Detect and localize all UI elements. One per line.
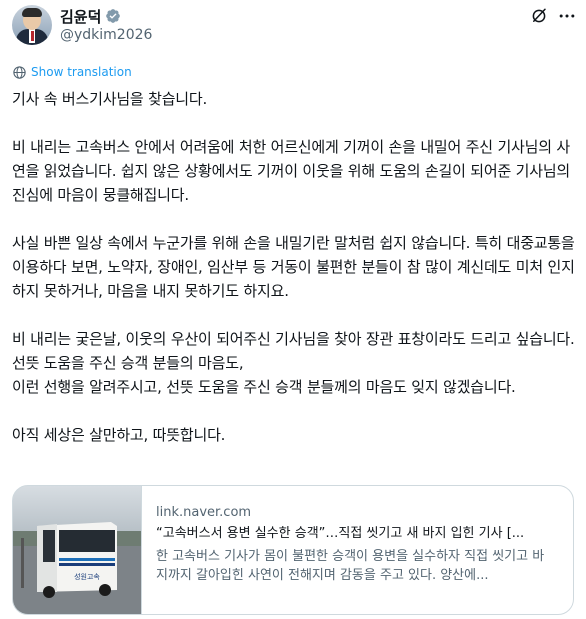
link-card-body[interactable]: link.naver.com “고속버스서 용변 실수한 승객”…직접 씻기고 … [141, 486, 573, 614]
link-thumbnail[interactable]: 성원고속 [13, 486, 141, 614]
globe-icon [13, 65, 26, 79]
post-paragraph: 비 내리는 궂은날, 이웃의 우산이 되어주신 기사님을 찾아 장관 표창이라도… [12, 330, 575, 396]
author-name-row[interactable]: 김윤덕 [60, 6, 121, 26]
author-display-name[interactable]: 김윤덕 [60, 6, 101, 27]
bus-photo: 성원고속 [13, 486, 141, 614]
avatar[interactable] [12, 5, 52, 45]
verified-badge-icon [106, 9, 121, 23]
grok-slash-icon[interactable] [530, 7, 548, 25]
post-paragraph: 사실 바쁜 일상 속에서 누군가를 위해 손을 내밀기란 말처럼 쉽지 않습니다… [12, 234, 580, 300]
bus-side-text: 성원고속 [74, 572, 100, 581]
link-preview-card[interactable]: 성원고속 link.naver.com “고속버스서 용변 실수한 승객”…직접… [12, 485, 574, 615]
link-description: 한 고속버스 기사가 몸이 불편한 승객이 용변을 실수하자 직접 씻기고 바지… [156, 549, 545, 583]
link-title: “고속버스서 용변 실수한 승객”…직접 씻기고 새 바지 입힌 기사 [... [156, 526, 525, 541]
show-translation-button[interactable]: Show translation [12, 64, 132, 80]
post-header: 김윤덕 @ydkim2026 [0, 0, 586, 56]
post-paragraph: 기사 속 버스기사님을 찾습니다. [12, 90, 208, 108]
link-domain: link.naver.com [156, 505, 252, 520]
author-handle[interactable]: @ydkim2026 [60, 27, 152, 43]
post-paragraph: 아직 세상은 살만하고, 따뜻합니다. [12, 426, 226, 444]
show-translation-label: Show translation [31, 65, 132, 79]
post-text: 기사 속 버스기사님을 찾습니다. 비 내리는 고속버스 안에서 어려움에 처한… [12, 87, 578, 447]
more-dots-icon[interactable] [557, 6, 577, 26]
post-paragraph: 비 내리는 고속버스 안에서 어려움에 처한 어르신에게 기꺼이 손을 내밀어 … [12, 138, 575, 204]
